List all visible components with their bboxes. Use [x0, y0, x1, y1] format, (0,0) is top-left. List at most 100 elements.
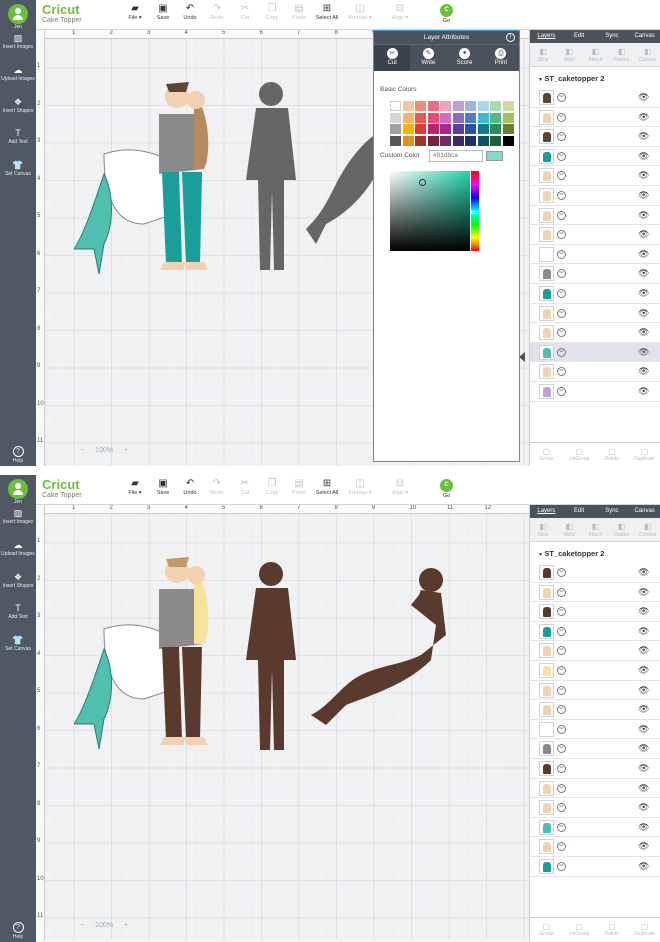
nav-upload-images[interactable]: ☁ Upload Images: [0, 65, 36, 82]
eye-icon[interactable]: 👁: [638, 131, 649, 142]
zoom-out-button[interactable]: −: [80, 447, 84, 454]
color-swatch[interactable]: [402, 101, 414, 111]
eye-icon[interactable]: 👁: [638, 190, 649, 201]
color-swatch[interactable]: [440, 124, 451, 134]
color-swatch[interactable]: [440, 101, 451, 111]
color-swatch[interactable]: [415, 101, 426, 111]
eye-icon[interactable]: 👁: [638, 229, 649, 240]
couple-figure[interactable]: [74, 74, 214, 284]
layer-group-name[interactable]: ST_caketopper 2: [530, 549, 660, 561]
color-swatch[interactable]: [465, 135, 476, 146]
attr-tab-score[interactable]: ✦ Score: [447, 45, 483, 71]
layer-row[interactable]: ✂ 👁: [530, 660, 660, 681]
tab-layers[interactable]: Layers: [530, 505, 563, 518]
toolbar-button-select-all[interactable]: ⊞ Select All: [310, 478, 344, 496]
layer-row[interactable]: ✂ 👁: [530, 362, 660, 382]
color-swatch[interactable]: [415, 112, 426, 123]
layer-row[interactable]: ✂ 👁: [530, 837, 660, 857]
eye-icon[interactable]: 👁: [638, 347, 649, 358]
layer-row[interactable]: ✂ 👁: [530, 342, 660, 363]
layer-row[interactable]: ✂ 👁: [530, 700, 660, 720]
eye-icon[interactable]: 👁: [638, 268, 649, 279]
cut-icon[interactable]: ✂: [557, 685, 566, 695]
color-swatch[interactable]: [465, 124, 476, 134]
layer-row[interactable]: ✂ 👁: [530, 563, 660, 583]
layer-row[interactable]: ✂ 👁: [530, 244, 660, 265]
eye-icon[interactable]: 👁: [638, 386, 649, 397]
layer-row[interactable]: ✂ 👁: [530, 283, 660, 304]
cut-icon[interactable]: ✂: [557, 705, 566, 715]
eye-icon[interactable]: 👁: [638, 606, 649, 617]
eye-icon[interactable]: 👁: [638, 626, 649, 637]
color-swatch[interactable]: [477, 101, 489, 111]
couple-figure[interactable]: [74, 549, 214, 759]
layer-row[interactable]: ✂ 👁: [530, 817, 660, 838]
tab-edit[interactable]: Edit: [563, 505, 596, 518]
toolbar-button-select-all[interactable]: ⊞ Select All: [310, 3, 344, 21]
cut-icon[interactable]: ✂: [557, 171, 566, 181]
eye-icon[interactable]: 👁: [638, 763, 649, 774]
zoom-in-button[interactable]: +: [124, 447, 128, 454]
avatar[interactable]: [8, 4, 28, 24]
nav-insert-shapes[interactable]: ❖ Insert Shapes: [0, 572, 36, 589]
eye-icon[interactable]: 👁: [638, 861, 649, 872]
cut-icon[interactable]: ✂: [557, 132, 566, 142]
eye-icon[interactable]: 👁: [638, 308, 649, 319]
color-swatch[interactable]: [490, 101, 501, 111]
layer-row[interactable]: ✂ 👁: [530, 641, 660, 661]
eye-icon[interactable]: 👁: [638, 92, 649, 103]
cut-icon[interactable]: ✂: [557, 249, 566, 259]
cut-icon[interactable]: ✂: [557, 763, 566, 773]
layer-row[interactable]: ✂ 👁: [530, 621, 660, 642]
tab-edit[interactable]: Edit: [563, 30, 596, 43]
eye-icon[interactable]: 👁: [638, 288, 649, 299]
tab-canvas[interactable]: Canvas: [628, 30, 660, 43]
color-swatch[interactable]: [490, 135, 501, 146]
nav-add-text[interactable]: T Add Text: [0, 603, 36, 620]
zoom-out-button[interactable]: −: [80, 922, 84, 929]
color-swatch[interactable]: [477, 135, 489, 146]
eye-icon[interactable]: 👁: [638, 704, 649, 715]
color-swatch[interactable]: [502, 135, 514, 146]
layer-row[interactable]: ✂ 👁: [530, 225, 660, 245]
nav-insert-images[interactable]: ▨ Insert Images: [0, 508, 36, 525]
color-swatch[interactable]: [440, 135, 451, 146]
cut-icon[interactable]: ✂: [557, 190, 566, 200]
go-button[interactable]: C: [440, 479, 453, 492]
cut-icon[interactable]: ✂: [557, 93, 566, 102]
cut-icon[interactable]: ✂: [557, 568, 566, 577]
color-swatch[interactable]: [427, 112, 439, 123]
eye-icon[interactable]: 👁: [638, 170, 649, 181]
nav-set-canvas[interactable]: 👕 Set Canvas: [0, 160, 36, 177]
eye-icon[interactable]: 👁: [638, 841, 649, 852]
layer-row[interactable]: ✂ 👁: [530, 856, 660, 877]
eye-icon[interactable]: 👁: [638, 210, 649, 221]
help-button[interactable]: ? Help: [0, 446, 36, 464]
groom-silhouette[interactable]: [236, 80, 306, 280]
tab-sync[interactable]: Sync: [596, 30, 629, 43]
cut-icon[interactable]: ✂: [557, 367, 566, 377]
color-swatch[interactable]: [440, 112, 451, 123]
nav-set-canvas[interactable]: 👕 Set Canvas: [0, 635, 36, 652]
cut-icon[interactable]: ✂: [557, 861, 566, 871]
tab-canvas[interactable]: Canvas: [628, 505, 660, 518]
layer-row[interactable]: ✂ 👁: [530, 303, 660, 324]
layer-row[interactable]: ✂ 👁: [530, 778, 660, 799]
layer-row[interactable]: ✂ 👁: [530, 582, 660, 603]
cut-icon[interactable]: ✂: [557, 842, 566, 852]
cut-icon[interactable]: ✂: [557, 112, 566, 122]
eye-icon[interactable]: 👁: [638, 783, 649, 794]
layer-row[interactable]: ✂ 👁: [530, 739, 660, 759]
eye-icon[interactable]: 👁: [638, 587, 649, 598]
mermaid-silhouette[interactable]: [306, 134, 376, 244]
cut-icon[interactable]: ✂: [557, 646, 566, 656]
layer-row[interactable]: ✂ 👁: [530, 323, 660, 343]
cut-icon[interactable]: ✂: [557, 724, 566, 734]
color-swatch[interactable]: [390, 135, 401, 146]
cut-icon[interactable]: ✂: [557, 665, 566, 675]
color-picker-field[interactable]: [390, 171, 470, 251]
groom-silhouette[interactable]: [236, 560, 306, 760]
tab-sync[interactable]: Sync: [596, 505, 629, 518]
cut-icon[interactable]: ✂: [557, 151, 566, 161]
cut-icon[interactable]: ✂: [557, 587, 566, 597]
